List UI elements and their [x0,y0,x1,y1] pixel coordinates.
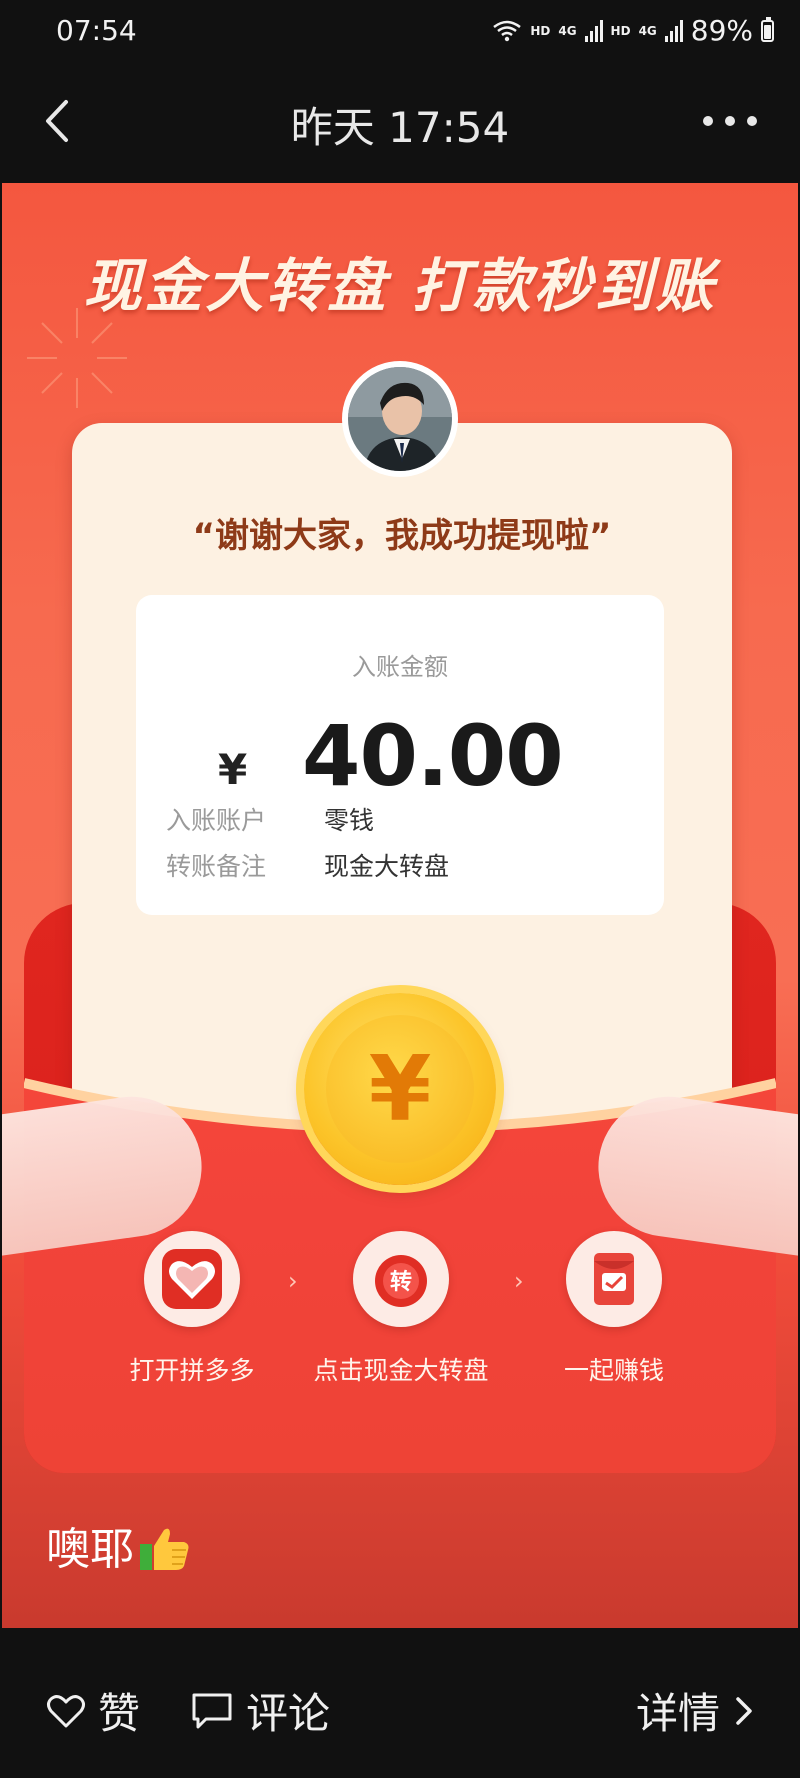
comment-button[interactable]: 评论 [190,1680,330,1741]
yuan-icon: ¥ [326,1015,474,1163]
comment-icon [192,1693,232,1728]
account-key: 入账账户 [166,806,267,835]
testimonial-quote: “谢谢大家，我成功提现啦” [192,516,612,556]
step-earn-together[interactable]: 一起赚钱 [504,1231,724,1387]
caption-text: 噢耶 [46,1524,134,1575]
network-badge-2: 4G [638,23,657,38]
turntable-text: 转 [390,1269,412,1295]
red-envelope-icon [566,1231,662,1327]
receipt-amount: 40.00 [302,707,564,805]
post-caption: 噢耶 [46,1513,190,1577]
battery-percent: 89% [690,14,753,47]
details-button[interactable]: 详情 [636,1680,756,1741]
receipt-account-row: 入账账户 零钱 [166,801,374,837]
pinduoduo-app-icon [144,1231,240,1327]
thumbs-up-icon [140,1528,189,1570]
hd-badge-1: HD [530,23,551,38]
network-badge-1: 4G [558,23,577,38]
heart-icon [47,1694,85,1727]
wifi-icon [493,20,522,41]
step-open-app[interactable]: 打开拼多多 [82,1231,302,1387]
currency-symbol: ¥ [218,745,248,794]
note-key: 转账备注 [166,852,267,881]
receipt-note-row: 转账备注 现金大转盘 [166,847,449,883]
ellipsis-icon[interactable] [700,106,760,136]
signal-icon-2 [664,19,683,42]
details-label: 详情 [635,1689,720,1738]
like-label: 赞 [98,1689,141,1738]
post-timestamp: 昨天 17:54 [290,103,510,152]
bottom-action-bar: 赞 评论 详情 [0,1640,800,1778]
status-indicators: HD 4G HD 4G 89% [492,14,774,47]
note-value: 现金大转盘 [324,852,450,881]
top-nav-bar: 昨天 17:54 [0,66,800,176]
status-bar: 07:54 HD 4G HD 4G 89% [0,0,800,66]
avatar [342,361,458,477]
payment-receipt: 入账金额 ¥ 40.00 入账账户 零钱 转账备注 现金大转盘 [136,595,664,915]
step-label: 打开拼多多 [129,1356,255,1385]
status-time: 07:54 [56,14,137,47]
step-label: 一起赚钱 [563,1356,664,1385]
account-value: 零钱 [324,806,375,835]
hd-badge-2: HD [610,23,631,38]
signal-icon-1 [584,19,603,42]
receipt-amount-label: 入账金额 [352,653,448,681]
turntable-icon: 转 [353,1231,449,1327]
person-portrait-icon [348,367,452,471]
poster-headline: 现金大转盘 打款秒到账 [83,252,717,320]
comment-label: 评论 [246,1689,331,1738]
like-button[interactable]: 赞 [46,1680,140,1741]
chevron-right-icon [736,1696,752,1725]
step-label: 点击现金大转盘 [313,1356,489,1385]
step-click-turntable[interactable]: 转 点击现金大转盘 [291,1231,511,1387]
post-image[interactable]: 现金大转盘 打款秒到账 “谢谢大家，我成功提现啦” 入账金额 ¥ 40.00 入… [2,183,798,1628]
gold-coin-button[interactable]: ¥ [304,993,496,1185]
battery-icon [761,16,774,42]
